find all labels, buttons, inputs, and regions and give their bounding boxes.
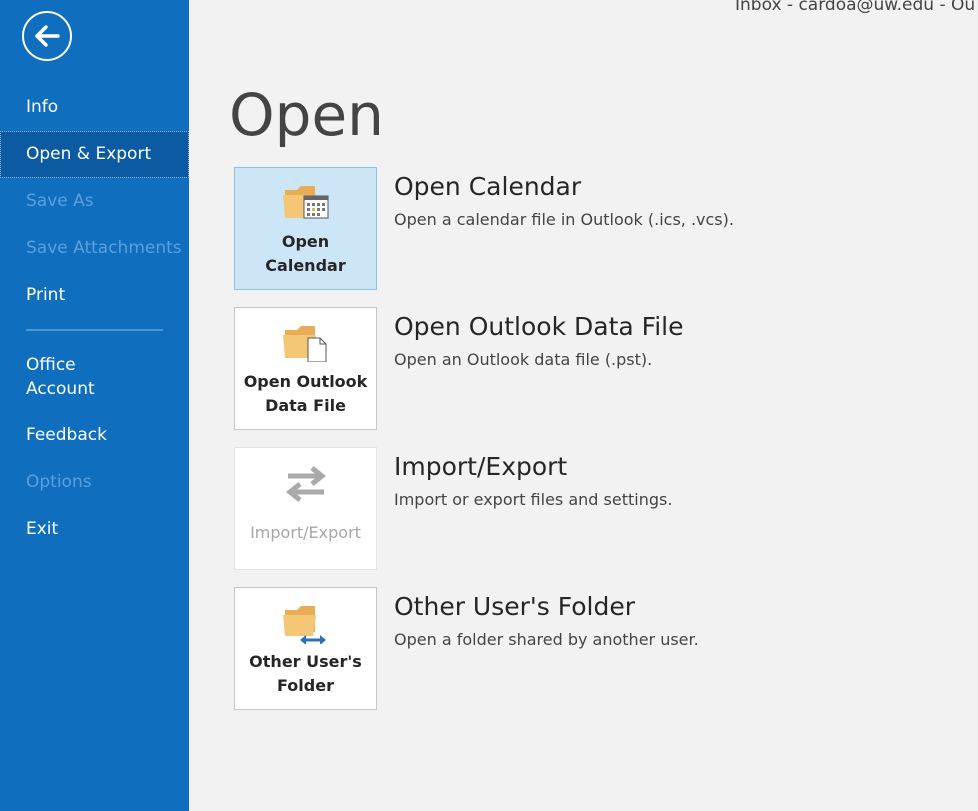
window-title: Inbox - cardoa@uw.edu - Ou: [735, 0, 976, 15]
open-calendar-title: Open Calendar: [394, 172, 582, 201]
import-export-title: Import/Export: [394, 452, 568, 481]
back-button[interactable]: [22, 11, 72, 61]
folder-document-icon: [235, 322, 376, 368]
open-outlook-data-file-title: Open Outlook Data File: [394, 312, 684, 341]
open-outlook-data-file-tile-label: Open Outlook Data File: [243, 372, 368, 415]
other-users-folder-tile[interactable]: Other User's Folder: [234, 587, 377, 710]
nav-print[interactable]: Print: [0, 283, 189, 307]
other-users-folder-tile-label: Other User's Folder: [249, 652, 362, 695]
open-calendar-tile-label: Open Calendar: [265, 232, 346, 275]
open-outlook-data-file-tile[interactable]: Open Outlook Data File: [234, 307, 377, 430]
arrow-left-circle-icon: [35, 25, 60, 47]
nav-divider: [26, 329, 163, 331]
open-calendar-description: Open a calendar file in Outlook (.ics, .…: [394, 210, 734, 229]
import-export-tile: Import/Export: [234, 447, 377, 570]
nav-options: Options: [26, 472, 92, 492]
other-users-folder-title: Other User's Folder: [394, 592, 636, 621]
import-export-description: Import or export files and settings.: [394, 490, 673, 509]
nav-save-attachments: Save Attachments: [26, 238, 182, 258]
page-title: Open: [229, 81, 384, 149]
folder-shared-icon: [235, 602, 376, 648]
import-export-arrows-icon: [235, 460, 376, 506]
other-users-folder-description: Open a folder shared by another user.: [394, 630, 699, 649]
import-export-tile-label: Import/Export: [250, 523, 361, 542]
nav-exit[interactable]: Exit: [0, 517, 189, 541]
folder-calendar-icon: [235, 182, 376, 228]
nav-feedback[interactable]: Feedback: [0, 423, 189, 447]
backstage-sidebar: Info Open & Export Save As Save Attachme…: [0, 0, 189, 811]
nav-info[interactable]: Info: [0, 95, 189, 119]
nav-save-as: Save As: [26, 191, 94, 211]
open-outlook-data-file-description: Open an Outlook data file (.pst).: [394, 350, 653, 369]
nav-office-account[interactable]: Office Account: [0, 353, 189, 401]
nav-open-export[interactable]: Open & Export: [0, 131, 189, 178]
open-calendar-tile[interactable]: Open Calendar: [234, 167, 377, 290]
